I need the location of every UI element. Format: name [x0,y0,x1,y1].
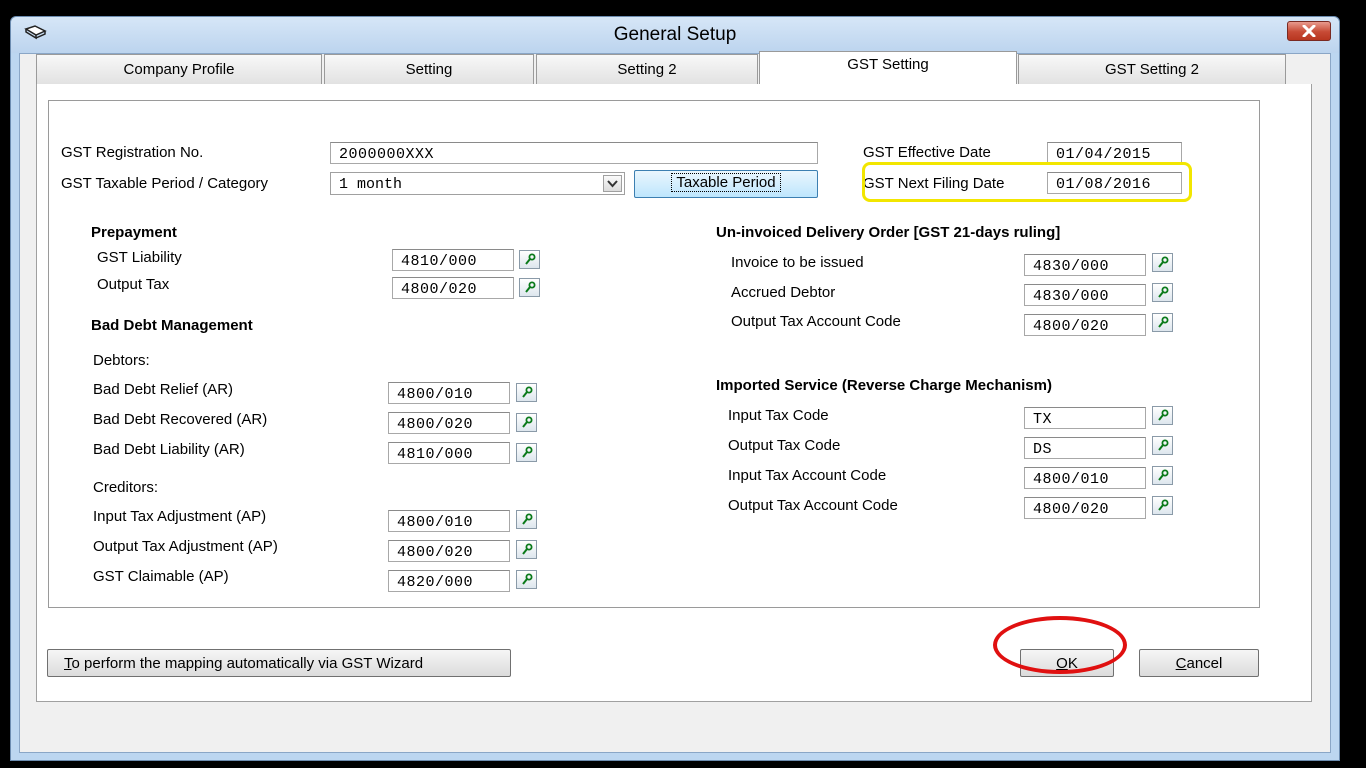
tab-gst-setting[interactable]: GST Setting [759,51,1017,84]
tab-label: Setting 2 [617,61,677,78]
button-label: ancel [1186,655,1223,672]
tab-label: GST Setting [847,56,929,73]
tab-setting[interactable]: Setting [324,54,534,84]
taxable-period-value: 1 month [339,176,403,193]
lookup-key-icon[interactable] [516,413,537,432]
input-tax-code-input[interactable]: TX [1024,407,1146,429]
uninvoiced-output-tax-account-input[interactable]: 4800/020 [1024,314,1146,336]
tab-label: Setting [405,61,453,78]
input-tax-code-label: Input Tax Code [728,407,829,424]
tab-company-profile[interactable]: Company Profile [36,54,322,84]
taxable-period-label: GST Taxable Period / Category [61,175,269,192]
lookup-key-icon[interactable] [1152,496,1173,515]
mnemonic: T [64,655,72,672]
mnemonic: C [1175,655,1187,672]
lookup-key-icon[interactable] [516,443,537,462]
lookup-key-icon[interactable] [1152,406,1173,425]
lookup-key-icon[interactable] [1152,466,1173,485]
gst-registration-input[interactable]: 2000000XXX [330,142,818,164]
invoice-to-be-issued-input[interactable]: 4830/000 [1024,254,1146,276]
taxable-period-button[interactable]: Taxable Period [634,170,818,198]
effective-date-label: GST Effective Date [863,144,991,161]
taxable-period-select[interactable]: 1 month [330,172,625,195]
gst-claimable-label: GST Claimable (AP) [93,568,229,585]
accrued-debtor-label: Accrued Debtor [731,284,836,301]
lookup-key-icon[interactable] [516,570,537,589]
button-label: o perform the mapping automatically via … [71,655,424,672]
chevron-down-icon[interactable] [603,175,622,192]
output-tax-label: Output Tax [97,276,170,293]
window-title: General Setup [613,24,737,45]
bad-debt-header: Bad Debt Management [91,317,253,334]
tab-setting-2[interactable]: Setting 2 [536,54,758,84]
input-tax-adjustment-label: Input Tax Adjustment (AP) [93,508,267,525]
bad-debt-relief-input[interactable]: 4800/010 [388,382,510,404]
lookup-key-icon[interactable] [516,510,537,529]
output-tax-code-input[interactable]: DS [1024,437,1146,459]
prepayment-header: Prepayment [91,224,177,241]
lookup-key-icon[interactable] [519,250,540,269]
imported-output-tax-account-input[interactable]: 4800/020 [1024,497,1146,519]
bad-debt-recovered-label: Bad Debt Recovered (AR) [93,411,268,428]
lookup-key-icon[interactable] [516,383,537,402]
cancel-button[interactable]: Cancel [1139,649,1259,677]
bad-debt-liability-label: Bad Debt Liability (AR) [93,441,245,458]
input-tax-adjustment-input[interactable]: 4800/010 [388,510,510,532]
imported-output-tax-account-label: Output Tax Account Code [728,497,898,514]
input-tax-account-label: Input Tax Account Code [728,467,887,484]
title-bar[interactable]: General Setup [11,17,1339,53]
effective-date-input[interactable]: 01/04/2015 [1047,142,1182,164]
lookup-key-icon[interactable] [1152,253,1173,272]
tab-gst-setting-2[interactable]: GST Setting 2 [1018,54,1286,84]
output-tax-adjustment-input[interactable]: 4800/020 [388,540,510,562]
close-button[interactable] [1287,21,1331,41]
imported-service-header: Imported Service (Reverse Charge Mechani… [716,377,1052,394]
debtors-label: Debtors: [93,352,150,369]
lookup-key-icon[interactable] [516,540,537,559]
invoice-to-be-issued-label: Invoice to be issued [731,254,864,271]
bad-debt-relief-label: Bad Debt Relief (AR) [93,381,234,398]
bad-debt-liability-input[interactable]: 4810/000 [388,442,510,464]
button-label: Taxable Period [671,173,781,192]
output-tax-input[interactable]: 4800/020 [392,277,514,299]
gst-registration-label: GST Registration No. [61,144,204,161]
bad-debt-recovered-input[interactable]: 4800/020 [388,412,510,434]
uninvoiced-header: Un-invoiced Delivery Order [GST 21-days … [716,224,1061,241]
tab-label: Company Profile [123,61,235,78]
close-icon [1302,25,1316,37]
input-tax-account-input[interactable]: 4800/010 [1024,467,1146,489]
highlight-box [862,162,1192,202]
lookup-key-icon[interactable] [519,278,540,297]
gst-liability-input[interactable]: 4810/000 [392,249,514,271]
lookup-key-icon[interactable] [1152,313,1173,332]
gst-liability-label: GST Liability [97,249,182,266]
creditors-label: Creditors: [93,479,159,496]
lookup-key-icon[interactable] [1152,436,1173,455]
accrued-debtor-input[interactable]: 4830/000 [1024,284,1146,306]
gst-claimable-input[interactable]: 4820/000 [388,570,510,592]
output-tax-adjustment-label: Output Tax Adjustment (AP) [93,538,278,555]
lookup-key-icon[interactable] [1152,283,1173,302]
output-tax-code-label: Output Tax Code [728,437,841,454]
gst-wizard-button[interactable]: To perform the mapping automatically via… [47,649,511,677]
tab-label: GST Setting 2 [1105,61,1199,78]
highlight-ellipse [993,616,1127,674]
uninvoiced-output-tax-account-label: Output Tax Account Code [731,313,901,330]
